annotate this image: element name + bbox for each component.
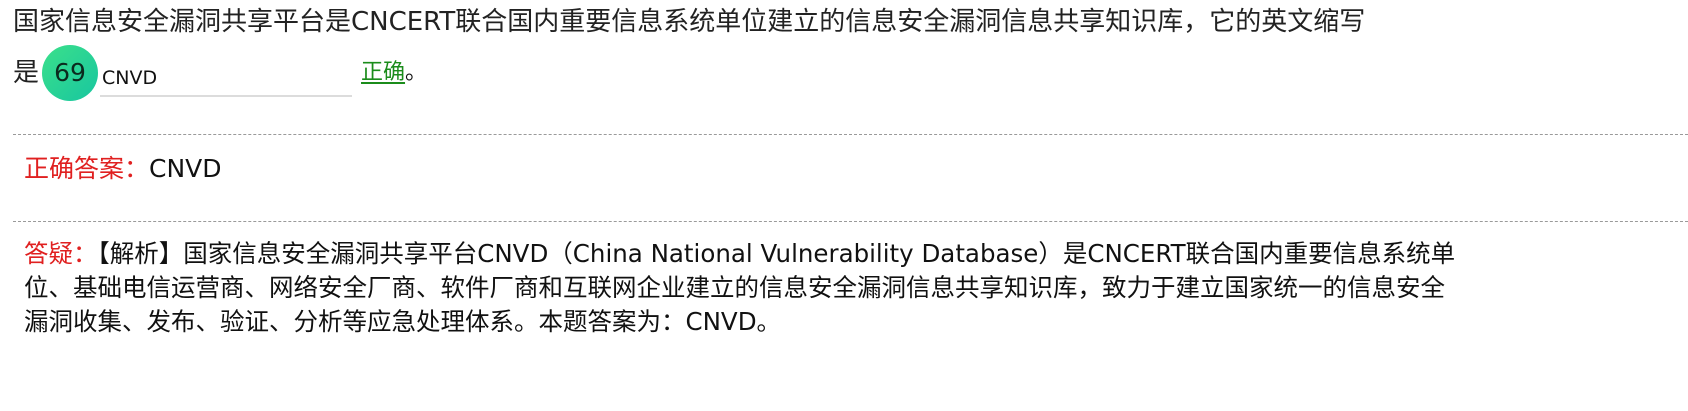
explanation-block: 答疑：【解析】国家信息安全漏洞共享平台CNVD（China National V…	[24, 237, 1674, 339]
question-text-line1: 国家信息安全漏洞共享平台是CNCERT联合国内重要信息系统单位建立的信息安全漏洞…	[13, 7, 1366, 37]
answer-input[interactable]	[100, 61, 353, 97]
explanation-line-1: 答疑：【解析】国家信息安全漏洞共享平台CNVD（China National V…	[24, 237, 1674, 271]
question-line2: 是 69 正确。	[13, 45, 1673, 101]
correct-answer-row: 正确答案：CNVD	[24, 152, 222, 186]
correct-answer-label: 正确答案：	[24, 154, 150, 183]
divider-bottom	[13, 221, 1688, 222]
explanation-label: 答疑：	[24, 239, 98, 268]
explanation-line-3: 漏洞收集、发布、验证、分析等应急处理体系。本题答案为：CNVD。	[24, 307, 782, 336]
question-suffix: 。	[405, 60, 428, 85]
question-text-prefix: 是	[13, 58, 40, 88]
question-number-badge: 69	[42, 45, 99, 101]
divider-top	[13, 134, 1688, 135]
correct-answer-value: CNVD	[149, 154, 222, 183]
verdict-correct: 正确	[361, 60, 406, 85]
explanation-line-2: 位、基础电信运营商、网络安全厂商、软件厂商和互联网企业建立的信息安全漏洞信息共享…	[24, 273, 1445, 302]
explanation-text-1: 【解析】国家信息安全漏洞共享平台CNVD（China National Vuln…	[97, 239, 1456, 268]
question-block: 国家信息安全漏洞共享平台是CNCERT联合国内重要信息系统单位建立的信息安全漏洞…	[13, 0, 1673, 101]
